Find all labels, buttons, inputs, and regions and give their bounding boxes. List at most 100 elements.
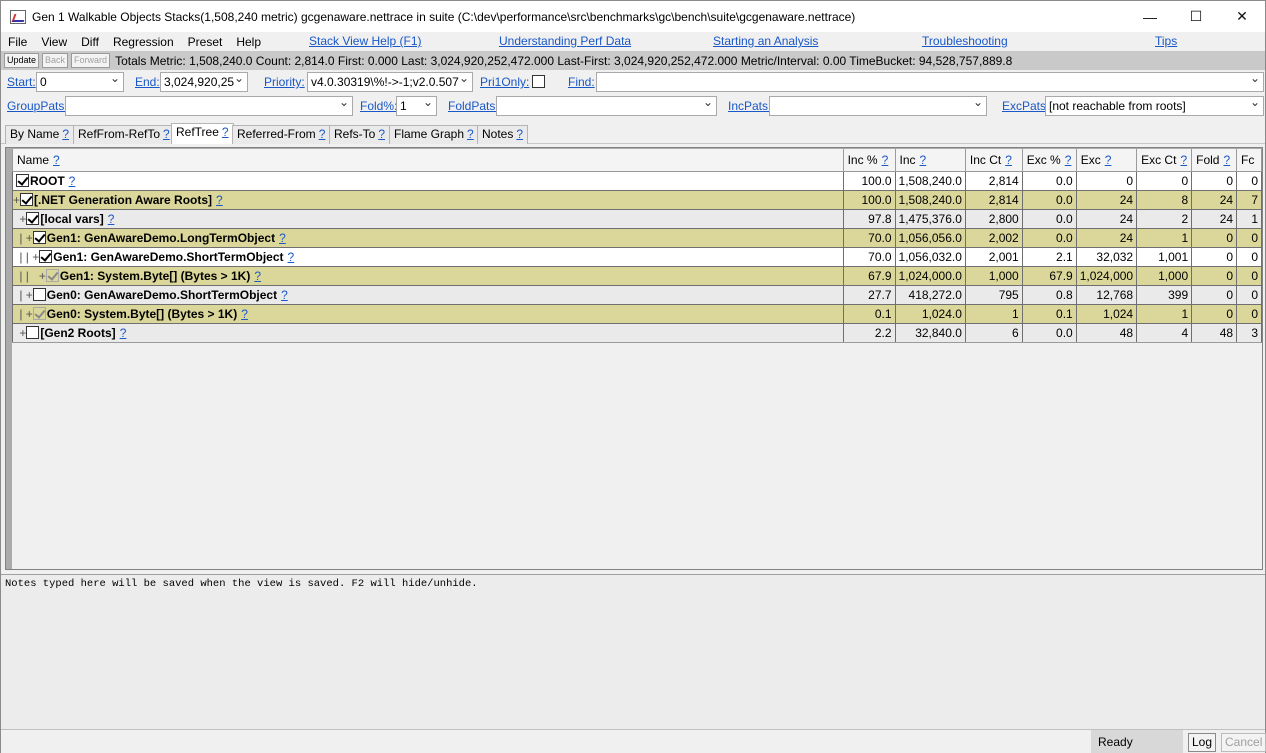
excpats-combo[interactable]: [not reachable from roots]	[1045, 96, 1264, 116]
menu-help[interactable]: Help	[229, 35, 268, 49]
table-row[interactable]: + [local vars]? 97.8 1,475,376.0 2,800 0.0 24…	[12, 208, 1262, 229]
row-checkbox[interactable]	[26, 211, 40, 225]
table-row[interactable]: | + Gen0: GenAwareDemo.ShortTermObject? 2…	[12, 284, 1262, 305]
help-link[interactable]: ?	[108, 212, 115, 226]
help-link[interactable]: ?	[1223, 153, 1230, 167]
back-button[interactable]: Back	[42, 53, 69, 68]
help-link[interactable]: ?	[279, 231, 286, 245]
col-fold[interactable]: Fold?	[1191, 149, 1238, 172]
col-inc-pct[interactable]: Inc %?	[842, 149, 896, 172]
incpats-combo[interactable]	[769, 96, 987, 116]
table-row[interactable]: + [Gen2 Roots]? 2.2 32,840.0 6 0.0 48 4 48 3	[12, 322, 1262, 343]
row-name-cell[interactable]: + [local vars]?	[12, 208, 844, 229]
pri1only-checkbox[interactable]	[532, 75, 545, 88]
col-exc-ct[interactable]: Exc Ct?	[1136, 149, 1193, 172]
cancel-button[interactable]: Cancel	[1221, 733, 1266, 752]
menu-preset[interactable]: Preset	[181, 35, 230, 49]
help-link[interactable]: ?	[1005, 153, 1012, 167]
row-checkbox[interactable]	[32, 287, 46, 301]
log-button[interactable]: Log	[1188, 733, 1217, 752]
row-name-cell[interactable]: | + Gen1: GenAwareDemo.LongTermObject?	[12, 227, 844, 248]
row-checkbox[interactable]	[16, 173, 29, 187]
update-button[interactable]: Update	[4, 53, 40, 68]
menu-view[interactable]: View	[34, 35, 74, 49]
help-link[interactable]: ?	[882, 153, 889, 167]
tab-reftree[interactable]: RefTree?	[171, 123, 234, 144]
row-name-cell[interactable]: + [Gen2 Roots]?	[12, 322, 844, 343]
tips-link[interactable]: Tips	[1155, 34, 1177, 48]
row-checkbox[interactable]	[20, 192, 34, 206]
row-name-cell[interactable]: | | + Gen1: GenAwareDemo.ShortTermObject?	[12, 246, 844, 267]
row-name-cell[interactable]: + [.NET Generation Aware Roots]?	[12, 189, 844, 210]
help-link[interactable]: ?	[1180, 153, 1187, 167]
menu-regression[interactable]: Regression	[106, 35, 181, 49]
pri1only-label[interactable]: Pri1Only:	[480, 75, 529, 89]
understanding-perf-data-link[interactable]: Understanding Perf Data	[499, 34, 631, 48]
table-row[interactable]: + [.NET Generation Aware Roots]? 100.0 1,5…	[12, 189, 1262, 210]
help-link[interactable]: ?	[222, 125, 229, 139]
help-link[interactable]: ?	[120, 326, 127, 340]
menu-diff[interactable]: Diff	[74, 35, 106, 49]
tab-refs-to[interactable]: Refs-To?	[329, 125, 391, 144]
help-link[interactable]: ?	[62, 127, 69, 141]
row-name-cell[interactable]: | + Gen0: System.Byte[] (Bytes > 1K)?	[12, 303, 844, 324]
find-combo[interactable]	[596, 72, 1264, 92]
minimize-button[interactable]: —	[1127, 1, 1173, 32]
help-link[interactable]: ?	[53, 153, 60, 167]
table-row[interactable]: | | + Gen1: System.Byte[] (Bytes > 1K)? 6…	[12, 265, 1262, 286]
row-checkbox[interactable]	[39, 249, 53, 263]
row-name-cell[interactable]: ROOT?	[12, 170, 844, 191]
foldpats-label[interactable]: FoldPats:	[448, 99, 499, 113]
row-checkbox[interactable]	[32, 230, 46, 244]
table-row[interactable]: | | + Gen1: GenAwareDemo.ShortTermObject?…	[12, 246, 1262, 267]
tab-referred-from[interactable]: Referred-From?	[232, 125, 331, 144]
help-link[interactable]: ?	[920, 153, 927, 167]
help-link[interactable]: ?	[378, 127, 385, 141]
close-button[interactable]: ✕	[1219, 1, 1265, 32]
end-label[interactable]: End:	[135, 75, 160, 89]
row-checkbox[interactable]	[45, 268, 59, 282]
stack-view-help-link[interactable]: Stack View Help (F1)	[309, 34, 421, 48]
row-name-cell[interactable]: | | + Gen1: System.Byte[] (Bytes > 1K)?	[12, 265, 844, 286]
help-link[interactable]: ?	[516, 127, 523, 141]
tab-reffrom-refto[interactable]: RefFrom-RefTo?	[73, 125, 175, 144]
help-link[interactable]: ?	[254, 269, 261, 283]
fold-combo[interactable]: 1	[396, 96, 437, 116]
menu-file[interactable]: File	[1, 35, 34, 49]
start-label[interactable]: Start:	[7, 75, 36, 89]
troubleshooting-link[interactable]: Troubleshooting	[922, 34, 1008, 48]
foldpats-combo[interactable]	[496, 96, 717, 116]
col-name[interactable]: Name?	[12, 149, 844, 172]
notes-textarea[interactable]: Notes typed here will be saved when the …	[1, 574, 1265, 729]
help-link[interactable]: ?	[281, 288, 288, 302]
col-inc[interactable]: Inc?	[894, 149, 966, 172]
table-row[interactable]: | + Gen0: System.Byte[] (Bytes > 1K)? 0.1…	[12, 303, 1262, 324]
help-link[interactable]: ?	[69, 174, 76, 188]
col-exc[interactable]: Exc?	[1075, 149, 1138, 172]
maximize-button[interactable]: ☐	[1173, 1, 1219, 32]
tab-notes[interactable]: Notes?	[477, 125, 529, 144]
grouppats-combo[interactable]	[65, 96, 353, 116]
table-row[interactable]: ROOT? 100.0 1,508,240.0 2,814 0.0 0 0 0 0	[12, 170, 1262, 191]
help-link[interactable]: ?	[1065, 153, 1072, 167]
priority-label[interactable]: Priority:	[264, 75, 305, 89]
priority-combo[interactable]: v4.0.30319\%!->-1;v2.0.507	[307, 72, 473, 92]
row-checkbox[interactable]	[26, 325, 40, 339]
help-link[interactable]: ?	[1105, 153, 1112, 167]
fold-label[interactable]: Fold%:	[360, 99, 397, 113]
help-link[interactable]: ?	[241, 307, 248, 321]
excpats-label[interactable]: ExcPats:	[1002, 99, 1049, 113]
start-combo[interactable]: 0	[36, 72, 124, 92]
help-link[interactable]: ?	[163, 127, 170, 141]
col-fc[interactable]: Fc	[1236, 149, 1262, 172]
tab-by-name[interactable]: By Name?	[5, 125, 75, 144]
tab-flame-graph[interactable]: Flame Graph?	[389, 125, 479, 144]
row-checkbox[interactable]	[32, 306, 46, 320]
table-row[interactable]: | + Gen1: GenAwareDemo.LongTermObject? 70…	[12, 227, 1262, 248]
help-link[interactable]: ?	[216, 193, 223, 207]
incpats-label[interactable]: IncPats:	[728, 99, 771, 113]
help-link[interactable]: ?	[467, 127, 474, 141]
starting-analysis-link[interactable]: Starting an Analysis	[713, 34, 818, 48]
help-link[interactable]: ?	[319, 127, 326, 141]
grouppats-label[interactable]: GroupPats:	[7, 99, 68, 113]
